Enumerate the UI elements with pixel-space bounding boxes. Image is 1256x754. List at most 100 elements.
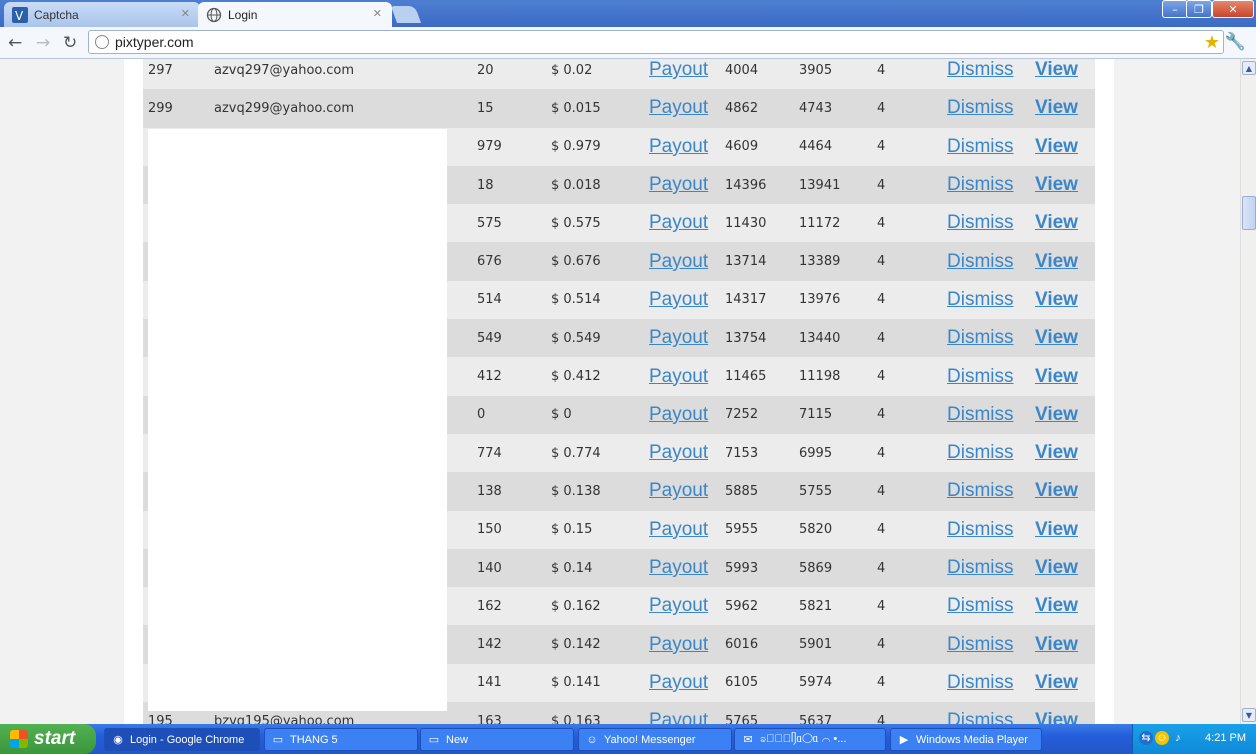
restore-icon[interactable]: ❐ xyxy=(1186,0,1212,18)
row-value-2: 13440 xyxy=(799,330,841,346)
row-value-1-cell: 6016 xyxy=(725,625,799,664)
row-value-2-cell: 5869 xyxy=(799,548,877,588)
minimize-icon[interactable]: – xyxy=(1162,0,1188,18)
bookmark-star-icon[interactable]: ★ xyxy=(1204,32,1220,53)
row-value-2-cell: 13389 xyxy=(799,242,877,281)
task-thang5[interactable]: ▭ THANG 5 xyxy=(264,728,418,751)
back-arrow-icon[interactable]: ← xyxy=(8,33,22,53)
dismiss-link[interactable]: Dismiss xyxy=(947,442,1014,463)
dismiss-link[interactable]: Dismiss xyxy=(947,634,1014,655)
view-link[interactable]: View xyxy=(1035,327,1078,348)
view-link[interactable]: View xyxy=(1035,672,1078,693)
payout-link[interactable]: Payout xyxy=(649,327,708,348)
payout-link[interactable]: Payout xyxy=(649,595,708,616)
address-bar[interactable]: pixtyper.com xyxy=(88,30,1224,54)
row-value-2: 4464 xyxy=(799,139,833,155)
payout-link[interactable]: Payout xyxy=(649,557,708,578)
dismiss-link[interactable]: Dismiss xyxy=(947,710,1014,724)
dismiss-link[interactable]: Dismiss xyxy=(947,595,1014,616)
dismiss-link[interactable]: Dismiss xyxy=(947,136,1014,157)
payout-link[interactable]: Payout xyxy=(649,710,708,724)
payout-link[interactable]: Payout xyxy=(649,519,708,540)
view-link[interactable]: View xyxy=(1035,366,1078,387)
scroll-down-icon[interactable]: ▼ xyxy=(1242,708,1256,722)
dismiss-link[interactable]: Dismiss xyxy=(947,519,1014,540)
dismiss-link[interactable]: Dismiss xyxy=(947,557,1014,578)
dismiss-link[interactable]: Dismiss xyxy=(947,366,1014,387)
new-tab-button[interactable] xyxy=(390,6,422,23)
scroll-thumb[interactable] xyxy=(1242,196,1256,230)
row-count: 20 xyxy=(477,62,494,78)
close-window-icon[interactable]: ✕ xyxy=(1212,0,1254,18)
volume-icon[interactable]: ♪ xyxy=(1171,731,1185,745)
close-tab-icon[interactable]: ✕ xyxy=(181,7,190,20)
view-link[interactable]: View xyxy=(1035,480,1078,501)
view-link[interactable]: View xyxy=(1035,174,1078,195)
browser-toolbar: ← → ↻ pixtyper.com ★ 🔧 xyxy=(0,27,1256,59)
payout-link[interactable]: Payout xyxy=(649,289,708,310)
dismiss-link[interactable]: Dismiss xyxy=(947,289,1014,310)
row-count-cell: 412 xyxy=(477,357,551,396)
row-value-2: 11198 xyxy=(799,369,841,385)
tab-login[interactable]: Login ✕ xyxy=(198,2,392,27)
view-link[interactable]: View xyxy=(1035,97,1078,118)
task-chat[interactable]: ✉ ခ◯ိ𝔅ᥦᥲ◯ᥲ ⌒ •... xyxy=(734,728,886,751)
view-link[interactable]: View xyxy=(1035,212,1078,233)
payout-link[interactable]: Payout xyxy=(649,442,708,463)
view-link[interactable]: View xyxy=(1035,442,1078,463)
payout-link[interactable]: Payout xyxy=(649,174,708,195)
payout-link[interactable]: Payout xyxy=(649,366,708,387)
payout-link[interactable]: Payout xyxy=(649,59,708,80)
payout-link[interactable]: Payout xyxy=(649,97,708,118)
view-link[interactable]: View xyxy=(1035,289,1078,310)
forward-arrow-icon[interactable]: → xyxy=(36,33,50,53)
row-amount: $ 0.162 xyxy=(551,598,601,614)
payout-link[interactable]: Payout xyxy=(649,251,708,272)
vertical-scrollbar[interactable]: ▲ ▼ xyxy=(1240,59,1256,724)
wrench-icon[interactable]: 🔧 xyxy=(1225,32,1246,52)
view-link[interactable]: View xyxy=(1035,634,1078,655)
payout-link[interactable]: Payout xyxy=(649,634,708,655)
tab-captcha[interactable]: V Captcha ✕ xyxy=(4,2,200,27)
dismiss-link-cell: Dismiss xyxy=(947,89,1035,128)
start-button[interactable]: start xyxy=(0,724,96,754)
view-link[interactable]: View xyxy=(1035,404,1078,425)
view-link[interactable]: View xyxy=(1035,59,1078,80)
scroll-up-icon[interactable]: ▲ xyxy=(1242,61,1256,75)
task-new[interactable]: ▭ New xyxy=(420,728,574,751)
view-link-cell: View xyxy=(1035,472,1095,511)
view-link[interactable]: View xyxy=(1035,595,1078,616)
row-email: azvq297@yahoo.com xyxy=(214,62,355,78)
dismiss-link[interactable]: Dismiss xyxy=(947,174,1014,195)
messenger-tray-icon[interactable]: ☺ xyxy=(1155,731,1169,745)
view-link[interactable]: View xyxy=(1035,710,1078,724)
dismiss-link[interactable]: Dismiss xyxy=(947,480,1014,501)
task-media-player[interactable]: ▶ Windows Media Player xyxy=(890,728,1042,751)
windows-flag-icon xyxy=(10,730,28,748)
task-yahoo-messenger[interactable]: ☺ Yahoo! Messenger xyxy=(578,728,732,751)
row-value-2: 11172 xyxy=(799,215,841,231)
view-link[interactable]: View xyxy=(1035,251,1078,272)
task-chrome[interactable]: ◉ Login - Google Chrome xyxy=(104,728,260,751)
payout-link[interactable]: Payout xyxy=(649,480,708,501)
view-link[interactable]: View xyxy=(1035,557,1078,578)
payout-link[interactable]: Payout xyxy=(649,404,708,425)
dismiss-link[interactable]: Dismiss xyxy=(947,212,1014,233)
dismiss-link[interactable]: Dismiss xyxy=(947,97,1014,118)
dismiss-link[interactable]: Dismiss xyxy=(947,672,1014,693)
payout-link-cell: Payout xyxy=(649,510,725,549)
dismiss-link[interactable]: Dismiss xyxy=(947,251,1014,272)
reload-icon[interactable]: ↻ xyxy=(63,33,77,53)
view-link[interactable]: View xyxy=(1035,519,1078,540)
view-link[interactable]: View xyxy=(1035,136,1078,157)
payout-link[interactable]: Payout xyxy=(649,212,708,233)
close-tab-icon[interactable]: ✕ xyxy=(373,7,382,20)
dismiss-link[interactable]: Dismiss xyxy=(947,59,1014,80)
dismiss-link[interactable]: Dismiss xyxy=(947,327,1014,348)
payout-link[interactable]: Payout xyxy=(649,136,708,157)
network-icon[interactable]: ⇆ xyxy=(1139,731,1153,745)
row-count-cell: 774 xyxy=(477,433,551,473)
row-count-cell: 18 xyxy=(477,165,551,205)
dismiss-link[interactable]: Dismiss xyxy=(947,404,1014,425)
payout-link[interactable]: Payout xyxy=(649,672,708,693)
